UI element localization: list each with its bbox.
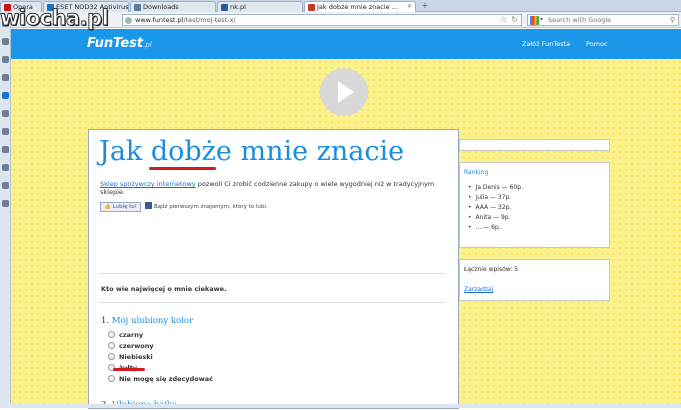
ranking-item: Anita — 9p. — [468, 213, 523, 223]
like-button[interactable]: 👍 Lubię to! — [100, 202, 141, 212]
gear-icon[interactable] — [2, 38, 9, 45]
radio-button[interactable] — [108, 375, 115, 382]
ranking-item: Ja Denis — 60p. — [468, 183, 523, 193]
answer-option[interactable]: czerwony — [108, 342, 154, 350]
ranking-item: julia — 37p. — [468, 193, 523, 203]
url-path: /test/moj-test-x/ — [183, 16, 236, 24]
stats-box: Łącznie wpisów: 5 Zarządzaj — [459, 259, 610, 301]
tab-label: Jak dobze mnie znacie ... — [317, 3, 398, 11]
page-title: Jak dobże mnie znacie — [99, 136, 405, 167]
widgets-icon[interactable] — [2, 200, 9, 207]
search-input[interactable]: ▾ Search with Google ⚲ — [527, 14, 679, 26]
nav-create-funtest[interactable]: Załóż FunTesta — [522, 40, 570, 48]
facebook-icon — [145, 202, 152, 209]
chevron-down-icon[interactable]: ▾ — [540, 15, 543, 25]
ranking-list: Ja Denis — 60p. julia — 37p. AAA — 32p. … — [468, 183, 523, 233]
tab-funtest[interactable]: Jak dobze mnie znacie ... ✕ — [304, 1, 416, 12]
page-background: Jak dobże mnie znacie Sklep spożywczy in… — [11, 59, 681, 410]
play-icon[interactable] — [320, 68, 368, 116]
nk-icon — [221, 4, 228, 11]
download-icon[interactable] — [2, 92, 9, 99]
reload-icon[interactable]: ↻ — [511, 15, 518, 25]
search-placeholder: Search with Google — [548, 16, 612, 24]
info-icon[interactable] — [2, 164, 9, 171]
answer-option[interactable]: Nie mogę się zdecydować — [108, 375, 213, 383]
like-text: Bądź pierwszym znajomym, który to lubi. — [145, 202, 268, 212]
search-icon[interactable] — [2, 182, 9, 189]
ranking-item: ... — 6p. — [468, 223, 523, 233]
divider — [99, 302, 445, 303]
highlight-underline — [113, 368, 145, 371]
question-1-title: 1. Mój ulubiony kolor — [101, 316, 194, 326]
tab-downloads[interactable]: Downloads — [130, 1, 216, 12]
globe-icon — [125, 17, 132, 24]
link-icon[interactable] — [2, 110, 9, 117]
title-underline — [149, 167, 216, 170]
radio-button[interactable] — [108, 331, 115, 338]
site-header: FunTest.pl Załóż FunTesta Pomoc — [11, 29, 681, 59]
tab-label: Downloads — [143, 3, 179, 11]
url-host: www.funtest.pl — [135, 16, 184, 24]
intro-text: Kto wie najwięcej o mnie ciekawe. — [101, 285, 227, 293]
download-icon — [134, 4, 141, 11]
window-icon[interactable] — [2, 146, 9, 153]
history-icon[interactable] — [2, 128, 9, 135]
share-icon[interactable] — [2, 56, 9, 63]
radio-button[interactable] — [108, 342, 115, 349]
entries-count: Łącznie wpisów: 5 — [464, 266, 519, 273]
ranking-item: AAA — 32p. — [468, 203, 523, 213]
address-field[interactable]: www.funtest.pl/test/moj-test-x/ ☆ ↻ — [122, 14, 522, 26]
answer-option[interactable]: czarny — [108, 331, 143, 339]
watermark-logo: wiocha.pl — [0, 6, 109, 31]
search-icon[interactable]: ⚲ — [670, 15, 675, 25]
ad-link[interactable]: Sklep spożywczy internetowy — [100, 180, 196, 188]
nav-help[interactable]: Pomoc — [586, 40, 608, 48]
google-icon — [530, 16, 539, 25]
close-icon[interactable]: ✕ — [407, 2, 412, 12]
answer-option[interactable]: Niebieski — [108, 353, 153, 361]
tab-nk[interactable]: nk.pl — [217, 1, 303, 12]
side-panel — [0, 12, 11, 408]
test-card: Jak dobże mnie znacie Sklep spożywczy in… — [88, 129, 459, 410]
divider — [99, 273, 445, 274]
ad-text: Sklep spożywczy internetowy pozwoli Ci z… — [100, 180, 435, 196]
ranking-box: Ranking Ja Denis — 60p. julia — 37p. AAA… — [459, 162, 610, 248]
notes-icon[interactable] — [2, 74, 9, 81]
ranking-title: Ranking — [464, 169, 489, 176]
funtest-icon — [308, 4, 315, 11]
new-tab-button[interactable]: + — [418, 1, 432, 11]
radio-button[interactable] — [108, 353, 115, 360]
tab-label: nk.pl — [230, 3, 246, 11]
manage-link[interactable]: Zarządzaj — [464, 286, 493, 293]
site-logo[interactable]: FunTest.pl — [87, 36, 152, 51]
bookmark-star-icon[interactable]: ☆ — [500, 15, 507, 25]
status-bar — [0, 404, 681, 408]
sidebar-empty-box — [459, 139, 610, 151]
